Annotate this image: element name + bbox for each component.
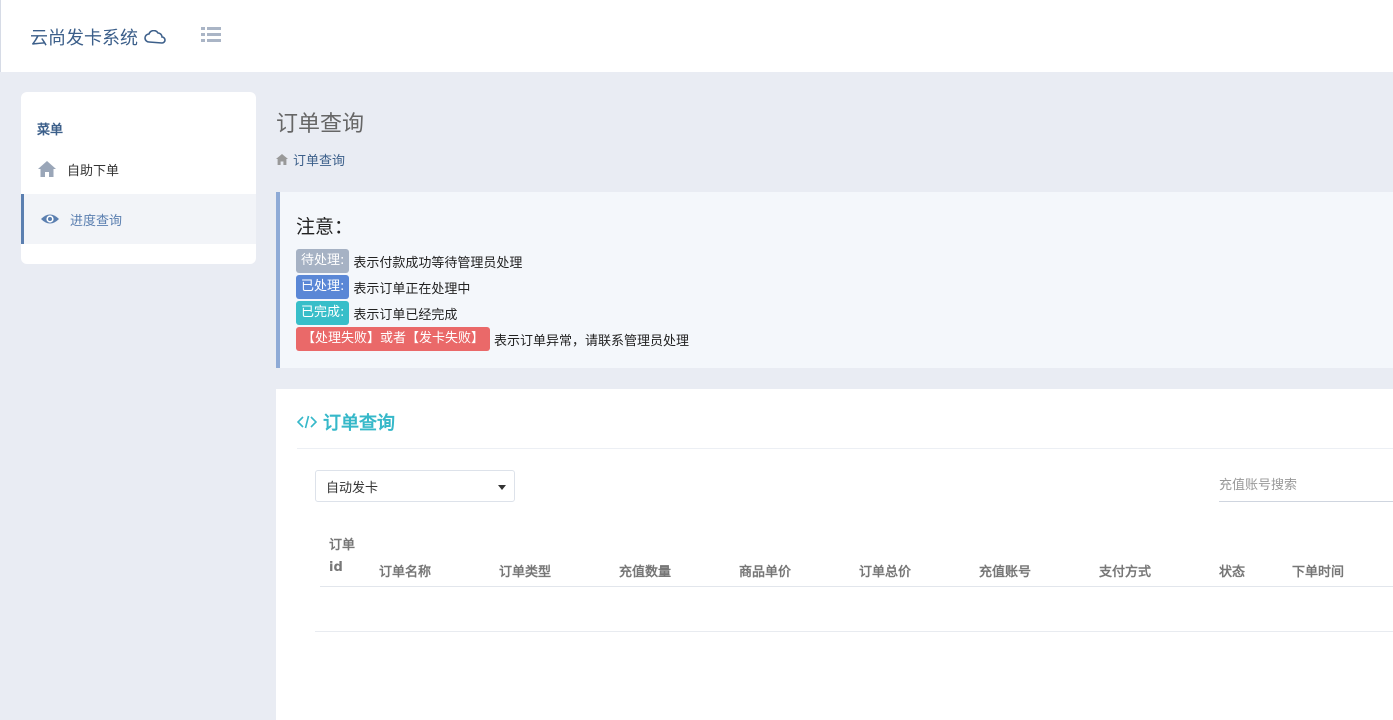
notice-text: 表示订单异常，请联系管理员处理 bbox=[494, 333, 690, 349]
status-badge-processing: 已处理: bbox=[296, 275, 350, 299]
brand-logo[interactable]: 云尚发卡系统 bbox=[30, 24, 166, 50]
select-value: 自动发卡 bbox=[326, 480, 379, 496]
status-badge-failed: 【处理失败】或者【发卡失败】 bbox=[296, 327, 491, 351]
column-header-total-price[interactable]: 订单总价 bbox=[859, 561, 911, 580]
notice-text: 表示订单已经完成 bbox=[353, 307, 458, 323]
sidebar-heading: 菜单 bbox=[37, 123, 64, 138]
panel-title: 订单查询 bbox=[323, 413, 395, 434]
notice-title: 注意： bbox=[296, 216, 354, 238]
code-icon bbox=[297, 415, 317, 429]
sidebar-item-progress-query[interactable]: 进度查询 bbox=[21, 194, 256, 244]
column-header-order-type[interactable]: 订单类型 bbox=[499, 561, 551, 580]
notice-row-failed: 【处理失败】或者【发卡失败】 表示订单异常，请联系管理员处理 bbox=[296, 327, 689, 351]
column-header-quantity[interactable]: 充值数量 bbox=[619, 561, 671, 580]
panel-header: 订单查询 bbox=[297, 409, 395, 435]
column-header-order-time[interactable]: 下单时间 bbox=[1292, 561, 1344, 580]
order-query-panel: 订单查询 自动发卡 订单id 订单名称 订单类型 充值数量 商品单价 订单总价 … bbox=[276, 389, 1393, 720]
notice-row-completed: 已完成: 表示订单已经完成 bbox=[296, 301, 457, 325]
sidebar-item-self-order[interactable]: 自助下单 bbox=[21, 144, 256, 194]
sidebar-item-label: 自助下单 bbox=[67, 163, 120, 179]
column-header-unit-price[interactable]: 商品单价 bbox=[739, 561, 791, 580]
menu-list-icon[interactable] bbox=[201, 26, 221, 44]
divider bbox=[297, 448, 1393, 449]
sidebar-item-label: 进度查询 bbox=[70, 213, 123, 229]
column-header-order-id[interactable]: 订单id bbox=[329, 535, 361, 579]
breadcrumb[interactable]: 订单查询 bbox=[276, 150, 345, 169]
column-header-status[interactable]: 状态 bbox=[1219, 561, 1245, 580]
table-header-divider bbox=[320, 586, 1393, 587]
notice-row-processing: 已处理: 表示订单正在处理中 bbox=[296, 275, 470, 299]
breadcrumb-item[interactable]: 订单查询 bbox=[293, 150, 345, 169]
column-header-payment-method[interactable]: 支付方式 bbox=[1099, 561, 1151, 580]
order-type-select[interactable]: 自动发卡 bbox=[315, 470, 515, 502]
chevron-down-icon bbox=[498, 485, 506, 490]
top-bar: 云尚发卡系统 bbox=[0, 0, 1393, 72]
table-header: 订单id 订单名称 订单类型 充值数量 商品单价 订单总价 充值账号 支付方式 … bbox=[276, 535, 1393, 587]
cloud-icon bbox=[144, 30, 166, 44]
status-badge-pending: 待处理: bbox=[296, 249, 350, 273]
notice-row-pending: 待处理: 表示付款成功等待管理员处理 bbox=[296, 249, 522, 273]
page-title: 订单查询 bbox=[276, 112, 365, 137]
account-search-input[interactable] bbox=[1219, 470, 1393, 502]
eye-icon bbox=[41, 214, 59, 224]
status-notice: 注意： 待处理: 表示付款成功等待管理员处理 已处理: 表示订单正在处理中 已完… bbox=[276, 192, 1393, 368]
status-badge-completed: 已完成: bbox=[296, 301, 350, 325]
sidebar: 菜单 自助下单 进度查询 bbox=[21, 92, 256, 264]
home-icon bbox=[38, 161, 56, 177]
column-header-order-name[interactable]: 订单名称 bbox=[379, 561, 431, 580]
home-icon bbox=[276, 154, 288, 165]
table-empty-row bbox=[315, 631, 1393, 632]
notice-text: 表示付款成功等待管理员处理 bbox=[353, 255, 523, 271]
column-header-account[interactable]: 充值账号 bbox=[979, 561, 1031, 580]
brand-title: 云尚发卡系统 bbox=[30, 28, 138, 49]
notice-text: 表示订单正在处理中 bbox=[353, 281, 471, 297]
